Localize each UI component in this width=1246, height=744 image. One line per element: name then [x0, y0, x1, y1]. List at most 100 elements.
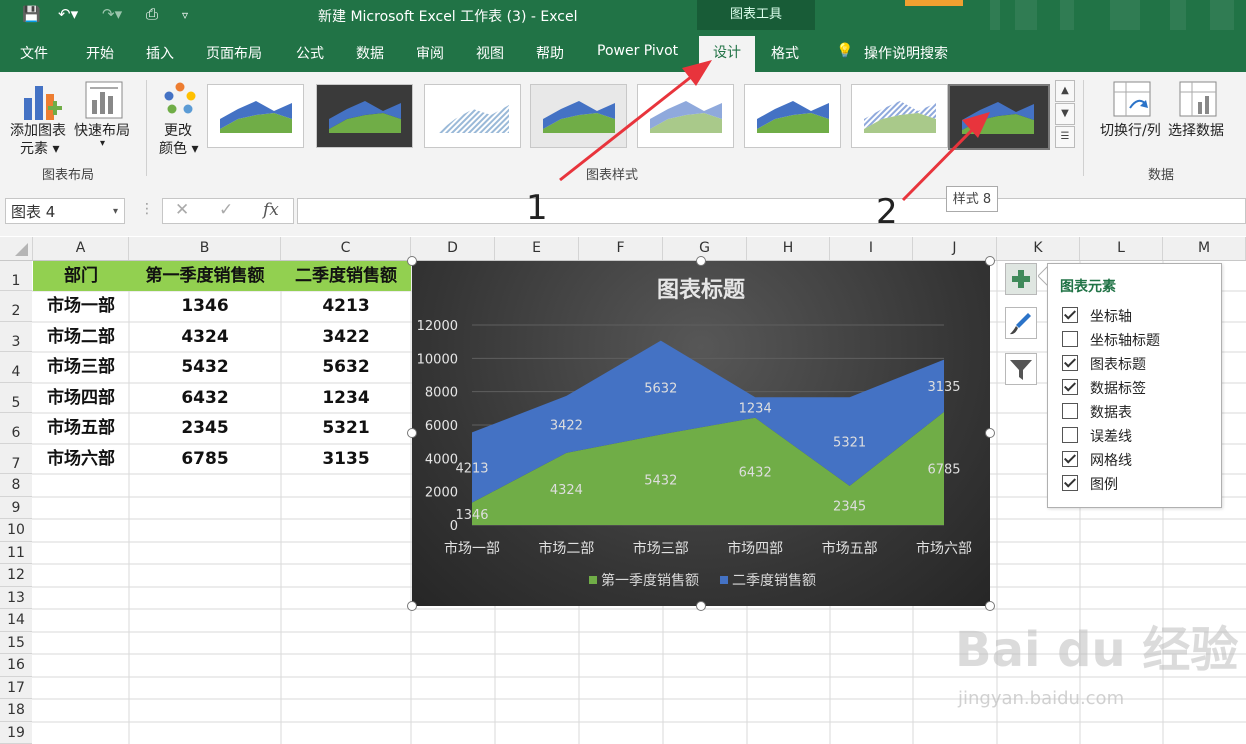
- cell-department[interactable]: 市场一部: [33, 291, 129, 322]
- tab-design[interactable]: 设计: [699, 36, 755, 72]
- save-icon[interactable]: 💾: [22, 5, 41, 23]
- column-header[interactable]: J: [913, 237, 997, 260]
- resize-handle[interactable]: [696, 256, 706, 266]
- row-header[interactable]: 4: [0, 352, 32, 383]
- undo-icon[interactable]: ↶▾: [58, 5, 78, 23]
- resize-handle[interactable]: [407, 601, 417, 611]
- tab-file[interactable]: 文件: [20, 43, 48, 63]
- cancel-icon[interactable]: ✕: [175, 200, 189, 220]
- row-header[interactable]: 14: [0, 609, 32, 632]
- column-header[interactable]: F: [579, 237, 663, 260]
- print-preview-icon[interactable]: ⎙: [146, 5, 158, 23]
- styles-more-button[interactable]: ☰: [1055, 126, 1075, 148]
- row-header[interactable]: 15: [0, 632, 32, 654]
- row-header[interactable]: 2: [0, 291, 32, 322]
- row-header[interactable]: 16: [0, 654, 32, 677]
- cell-q1[interactable]: 6785: [129, 444, 281, 474]
- select-data-button[interactable]: [1178, 80, 1218, 120]
- row-header[interactable]: 12: [0, 564, 32, 587]
- column-header[interactable]: C: [281, 237, 411, 260]
- tab-insert[interactable]: 插入: [146, 43, 174, 63]
- checkbox-chart-title[interactable]: 图表标题: [1062, 354, 1146, 374]
- styles-scroll-down-button[interactable]: ▼: [1055, 103, 1075, 125]
- chart-style-4[interactable]: [530, 84, 627, 148]
- checkbox-legend[interactable]: 图例: [1062, 474, 1118, 494]
- formula-input[interactable]: [297, 198, 1246, 224]
- cell-q1[interactable]: 4324: [129, 322, 281, 352]
- tab-review[interactable]: 审阅: [416, 43, 444, 63]
- cell-department[interactable]: 市场四部: [33, 383, 129, 413]
- switch-row-column-button[interactable]: [1112, 80, 1152, 120]
- tab-data[interactable]: 数据: [356, 43, 384, 63]
- column-header[interactable]: M: [1163, 237, 1246, 260]
- resize-handle[interactable]: [985, 256, 995, 266]
- column-header[interactable]: D: [411, 237, 495, 260]
- cell-department[interactable]: 市场六部: [33, 444, 129, 474]
- column-header[interactable]: H: [747, 237, 830, 260]
- cell-department[interactable]: 市场五部: [33, 413, 129, 444]
- tab-view[interactable]: 视图: [476, 43, 504, 63]
- tab-formulas[interactable]: 公式: [296, 43, 324, 63]
- chart-style-7[interactable]: [851, 84, 948, 148]
- chart-title[interactable]: 图表标题: [657, 277, 746, 303]
- chart-style-6[interactable]: [744, 84, 841, 148]
- insert-function-icon[interactable]: fx: [263, 200, 279, 220]
- redo-icon[interactable]: ↷▾: [102, 5, 122, 23]
- name-box[interactable]: 图表 4 ▾: [5, 198, 125, 224]
- resize-handle[interactable]: [696, 601, 706, 611]
- tab-home[interactable]: 开始: [86, 43, 114, 63]
- legend[interactable]: 第一季度销售额 二季度销售额: [589, 572, 816, 589]
- quick-layout-dropdown-icon[interactable]: ▾: [100, 138, 105, 149]
- row-header[interactable]: 17: [0, 677, 32, 699]
- row-header[interactable]: 8: [0, 474, 32, 497]
- checkbox-data-labels[interactable]: 数据标签: [1062, 378, 1146, 398]
- column-header[interactable]: L: [1080, 237, 1163, 260]
- chart-style-5[interactable]: [637, 84, 734, 148]
- cell-q2[interactable]: 3422: [281, 322, 411, 352]
- header-cell-q1[interactable]: 第一季度销售额: [129, 261, 281, 291]
- cell-q1[interactable]: 1346: [129, 291, 281, 322]
- row-header[interactable]: 19: [0, 722, 32, 744]
- chart-style-1[interactable]: [207, 84, 304, 148]
- column-header[interactable]: E: [495, 237, 579, 260]
- cell-department[interactable]: 市场三部: [33, 352, 129, 383]
- checkbox-axes[interactable]: 坐标轴: [1062, 306, 1132, 326]
- row-header[interactable]: 18: [0, 699, 32, 722]
- chart-styles-button[interactable]: [1005, 307, 1037, 339]
- column-header[interactable]: K: [997, 237, 1080, 260]
- cell-department[interactable]: 市场二部: [33, 322, 129, 352]
- add-chart-element-button[interactable]: [18, 80, 64, 122]
- resize-handle[interactable]: [985, 428, 995, 438]
- checkbox-gridlines[interactable]: 网格线: [1062, 450, 1132, 470]
- row-header[interactable]: 5: [0, 383, 32, 413]
- checkbox-axis-titles[interactable]: 坐标轴标题: [1062, 330, 1160, 350]
- cell-q2[interactable]: 5321: [281, 413, 411, 444]
- chart-area[interactable]: 图表标题 0 2000 4000 6000 8000 10000 12000 1346 432…: [412, 261, 990, 606]
- tab-page-layout[interactable]: 页面布局: [206, 43, 262, 63]
- cell-q2[interactable]: 4213: [281, 291, 411, 322]
- row-header[interactable]: 9: [0, 497, 32, 519]
- chart-style-8[interactable]: [948, 84, 1050, 150]
- column-header[interactable]: A: [33, 237, 129, 260]
- cell-q1[interactable]: 6432: [129, 383, 281, 413]
- chart-filters-button[interactable]: [1005, 353, 1037, 385]
- chart-style-2[interactable]: [316, 84, 413, 148]
- row-header[interactable]: 1: [0, 261, 32, 291]
- cell-q2[interactable]: 3135: [281, 444, 411, 474]
- column-header[interactable]: I: [830, 237, 913, 260]
- styles-scroll-up-button[interactable]: ▲: [1055, 80, 1075, 102]
- quick-layout-button[interactable]: [84, 80, 124, 120]
- select-all-corner[interactable]: [0, 237, 33, 260]
- chart-elements-button[interactable]: [1005, 263, 1037, 295]
- chart-style-3[interactable]: [424, 84, 521, 148]
- row-header[interactable]: 6: [0, 413, 32, 444]
- row-header[interactable]: 7: [0, 444, 32, 474]
- checkbox-data-table[interactable]: 数据表: [1062, 402, 1132, 422]
- header-cell-department[interactable]: 部门: [33, 261, 129, 291]
- tab-format[interactable]: 格式: [771, 43, 799, 63]
- tab-help[interactable]: 帮助: [536, 43, 564, 63]
- row-header[interactable]: 3: [0, 322, 32, 352]
- row-header[interactable]: 10: [0, 519, 32, 542]
- row-header[interactable]: 11: [0, 542, 32, 564]
- column-header[interactable]: G: [663, 237, 747, 260]
